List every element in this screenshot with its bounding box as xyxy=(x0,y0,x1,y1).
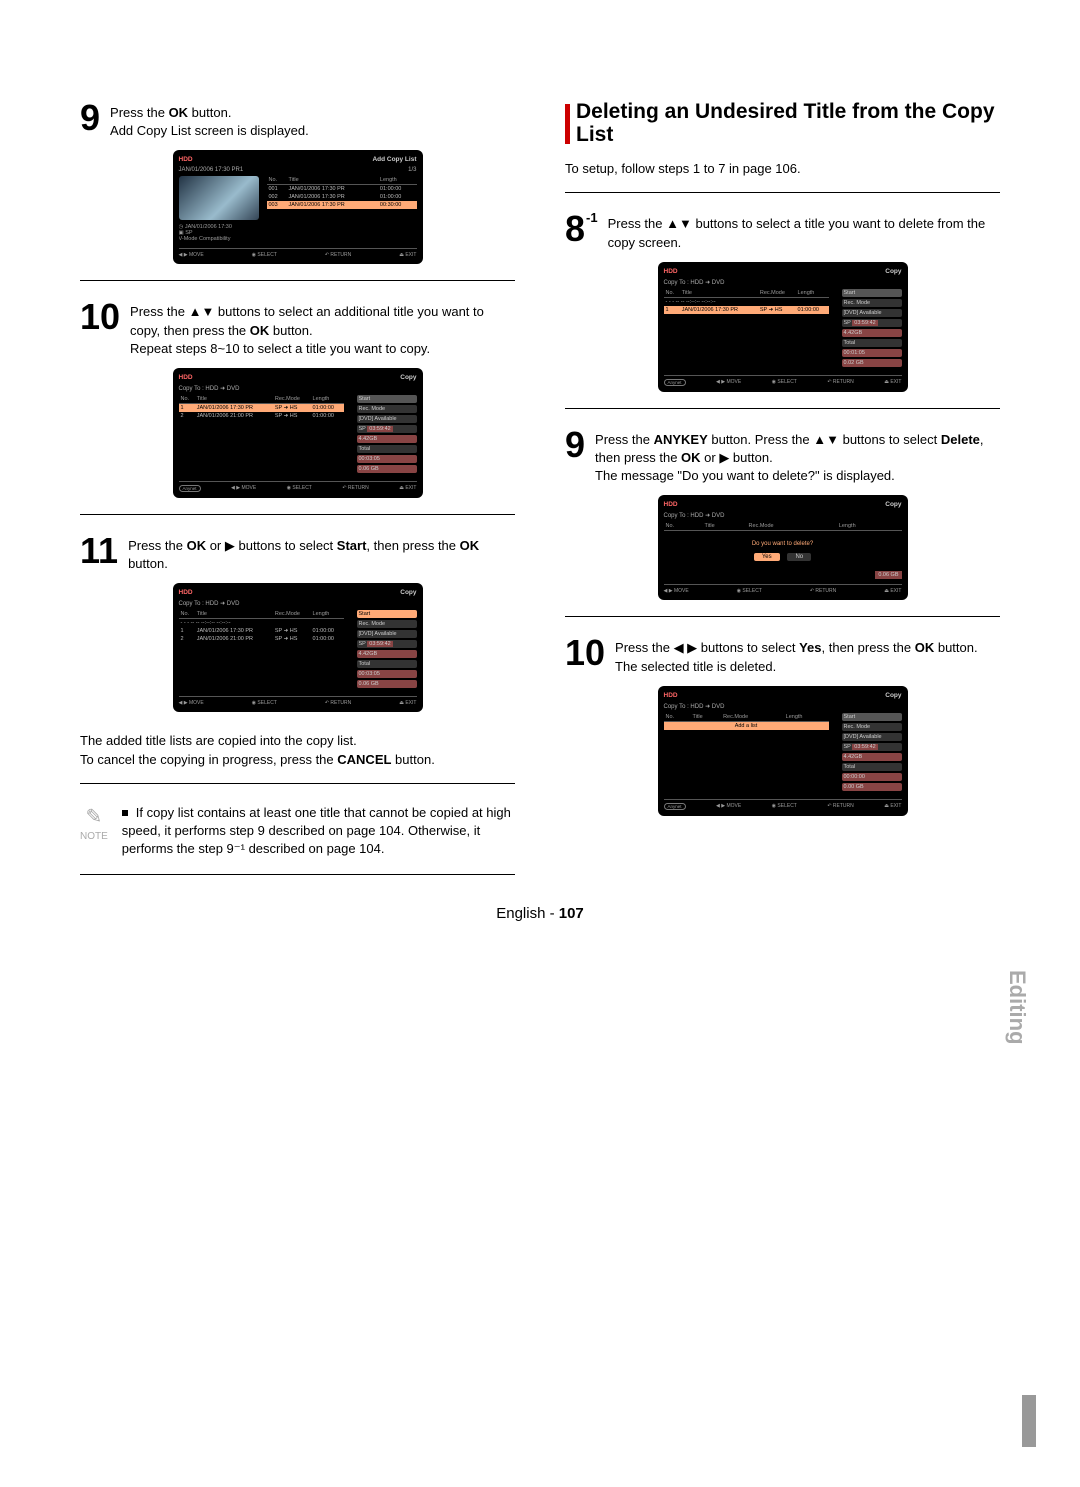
side-tab-label: Editing xyxy=(1004,970,1030,1045)
step-number: 9 xyxy=(565,427,585,463)
preview-thumbnail xyxy=(179,176,259,220)
step-text: Press the OK button. Add Copy List scree… xyxy=(110,100,309,140)
yes-button[interactable]: Yes xyxy=(754,553,780,561)
divider xyxy=(80,280,515,281)
left-column: 9 Press the OK button. Add Copy List scr… xyxy=(80,100,515,875)
section-subtitle: To setup, follow steps 1 to 7 in page 10… xyxy=(565,156,1000,178)
step-10: 10 Press the ▲▼ buttons to select an add… xyxy=(80,299,515,358)
side-panel: Start Rec. Mode [DVD] Available SP 03:59… xyxy=(842,289,902,369)
step-text: Press the ▲▼ buttons to select an additi… xyxy=(130,299,515,358)
side-panel: Start Rec. Mode [DVD] Available SP 03:59… xyxy=(357,395,417,475)
step-number: 10 xyxy=(565,635,605,671)
divider xyxy=(565,616,1000,617)
step-number: 10 xyxy=(80,299,120,335)
side-panel: Start Rec. Mode [DVD] Available SP 03:59… xyxy=(842,713,902,793)
section-heading: Deleting an Undesired Title from the Cop… xyxy=(565,100,1000,146)
divider xyxy=(80,514,515,515)
screen-title: Add Copy List xyxy=(372,156,416,163)
side-panel: Start Rec. Mode [DVD] Available SP 03:59… xyxy=(357,610,417,690)
page-footer: English - 107 xyxy=(80,905,1000,922)
ui-screenshot-add-copy-list: HDD Add Copy List JAN/01/2006 17:30 PR1 … xyxy=(173,150,423,264)
note-icon: ✎ NOTE xyxy=(80,804,108,842)
ui-screenshot-select-title: HDDCopy Copy To : HDD ➜ DVD Start Rec. M… xyxy=(658,262,908,392)
step-text: Press the ◀ ▶ buttons to select Yes, the… xyxy=(615,635,978,675)
note-block: ✎ NOTE If copy list contains at least on… xyxy=(80,804,515,876)
step-number: 9 xyxy=(80,100,100,136)
step-number: 11 xyxy=(80,533,118,569)
divider xyxy=(565,408,1000,409)
step-text: Press the OK or ▶ buttons to select Star… xyxy=(128,533,515,573)
ui-screenshot-empty-list: HDDCopy Copy To : HDD ➜ DVD Start Rec. M… xyxy=(658,686,908,816)
step-text: Press the ▲▼ buttons to select a title y… xyxy=(608,211,1000,251)
right-column: Deleting an Undesired Title from the Cop… xyxy=(565,100,1000,875)
note-text: If copy list contains at least one title… xyxy=(122,804,515,859)
ui-screenshot-delete-prompt: HDDCopy Copy To : HDD ➜ DVD No.TitleRec.… xyxy=(658,495,908,600)
step-number: 8-1 xyxy=(565,211,598,247)
step-9: 9 Press the OK button. Add Copy List scr… xyxy=(80,100,515,140)
two-column-layout: 9 Press the OK button. Add Copy List scr… xyxy=(80,100,1000,875)
section-title: Deleting an Undesired Title from the Cop… xyxy=(576,100,1000,146)
pencil-icon: ✎ xyxy=(80,804,108,829)
divider xyxy=(80,783,515,784)
divider xyxy=(565,192,1000,193)
step-9-right: 9 Press the ANYKEY button. Press the ▲▼ … xyxy=(565,427,1000,486)
confirm-dialog: Do you want to delete? Yes No xyxy=(664,541,902,561)
step-8-1: 8-1 Press the ▲▼ buttons to select a tit… xyxy=(565,211,1000,251)
ui-screenshot-copy-list: HDDCopy Copy To : HDD ➜ DVD Start Rec. M… xyxy=(173,368,423,498)
hdd-label: HDD xyxy=(179,156,193,163)
step-10-right: 10 Press the ◀ ▶ buttons to select Yes, … xyxy=(565,635,1000,675)
step-text: Press the ANYKEY button. Press the ▲▼ bu… xyxy=(595,427,1000,486)
post-step-text: The added title lists are copied into th… xyxy=(80,728,515,768)
step-11: 11 Press the OK or ▶ buttons to select S… xyxy=(80,533,515,573)
confirm-message: Do you want to delete? xyxy=(664,541,902,547)
red-bar-icon xyxy=(565,104,570,144)
ui-screenshot-copy-start: HDDCopy Copy To : HDD ➜ DVD Start Rec. M… xyxy=(173,583,423,712)
page: 9 Press the OK button. Add Copy List scr… xyxy=(0,0,1080,1487)
bullet-icon xyxy=(122,810,128,816)
side-tab-mark xyxy=(1022,1395,1036,1447)
no-button[interactable]: No xyxy=(787,553,811,561)
note-label: NOTE xyxy=(80,831,108,842)
